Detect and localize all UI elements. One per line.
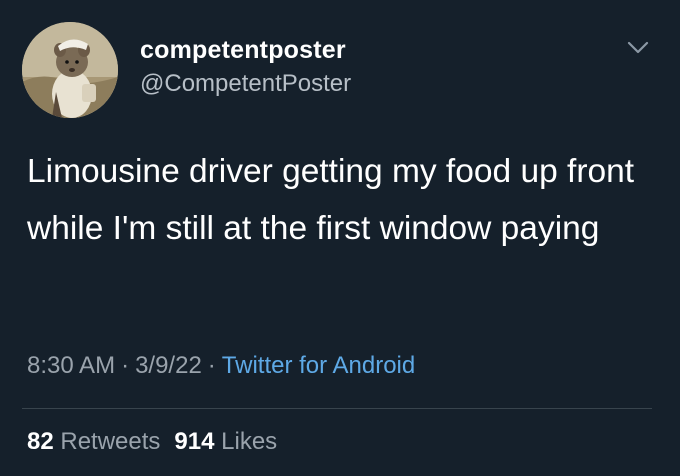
retweets-stat[interactable]: 82 Retweets xyxy=(27,428,160,455)
tweet-text: Limousine driver getting my food up fron… xyxy=(27,153,635,247)
chevron-down-icon[interactable] xyxy=(626,38,650,58)
tweet-date[interactable]: 3/9/22 xyxy=(135,352,202,379)
likes-count: 914 xyxy=(174,428,215,455)
tweet-time[interactable]: 8:30 AM xyxy=(27,352,115,379)
divider xyxy=(22,408,652,409)
tweet-stats: 82 Retweets 914 Likes xyxy=(27,428,277,456)
meta-separator: · xyxy=(121,352,130,379)
meta-separator: · xyxy=(207,352,216,379)
likes-label: Likes xyxy=(221,428,278,455)
display-name[interactable]: competentposter xyxy=(140,36,346,65)
tweet-source-link[interactable]: Twitter for Android xyxy=(222,352,415,379)
avatar[interactable] xyxy=(22,22,118,118)
retweets-label: Retweets xyxy=(60,428,161,455)
tweet-meta: 8:30 AM · 3/9/22 · Twitter for Android xyxy=(27,352,415,380)
tweet-card: competentposter @CompetentPoster Limousi… xyxy=(0,0,680,476)
likes-stat[interactable]: 914 Likes xyxy=(174,428,277,455)
retweets-count: 82 xyxy=(27,428,54,455)
user-handle[interactable]: @CompetentPoster xyxy=(140,70,351,98)
avatar-image xyxy=(22,22,118,118)
